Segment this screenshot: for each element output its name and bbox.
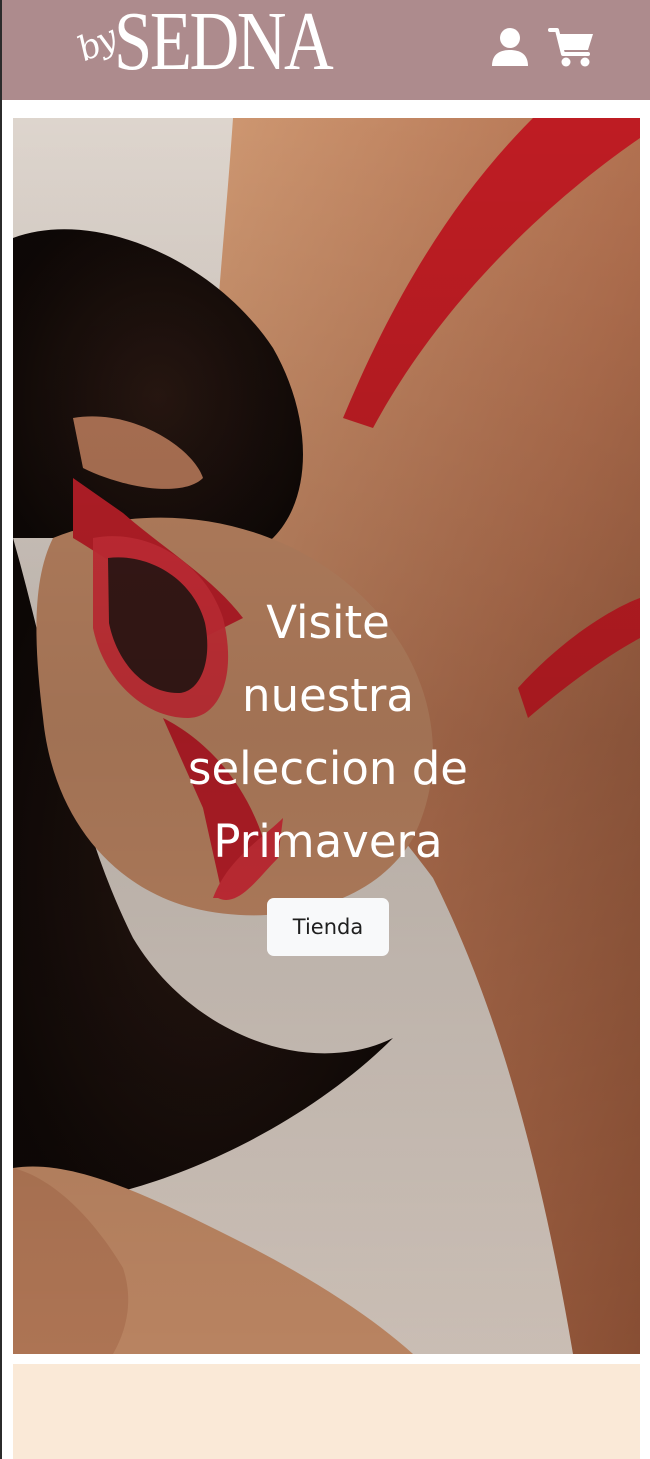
next-section-band: [13, 1364, 640, 1459]
logo-wordmark: SEDNA: [114, 0, 334, 88]
hero-title-line: Visite: [266, 596, 390, 649]
shop-button[interactable]: Tienda: [267, 898, 389, 956]
site-header: by SEDNA: [2, 0, 650, 100]
hero-title-line: nuestra: [242, 669, 414, 722]
hero-title-line: Primavera: [213, 815, 443, 868]
sedna-logo[interactable]: by SEDNA: [71, 0, 366, 96]
account-button[interactable]: [488, 24, 532, 70]
hero-title-line: seleccion de: [188, 742, 468, 795]
hero-title: Visite nuestra seleccion de Primavera: [143, 586, 513, 878]
user-icon: [492, 28, 528, 66]
shopping-cart-icon: [548, 28, 593, 67]
cart-button[interactable]: [548, 24, 593, 70]
hero-banner: Visite nuestra seleccion de Primavera Ti…: [13, 118, 640, 1354]
